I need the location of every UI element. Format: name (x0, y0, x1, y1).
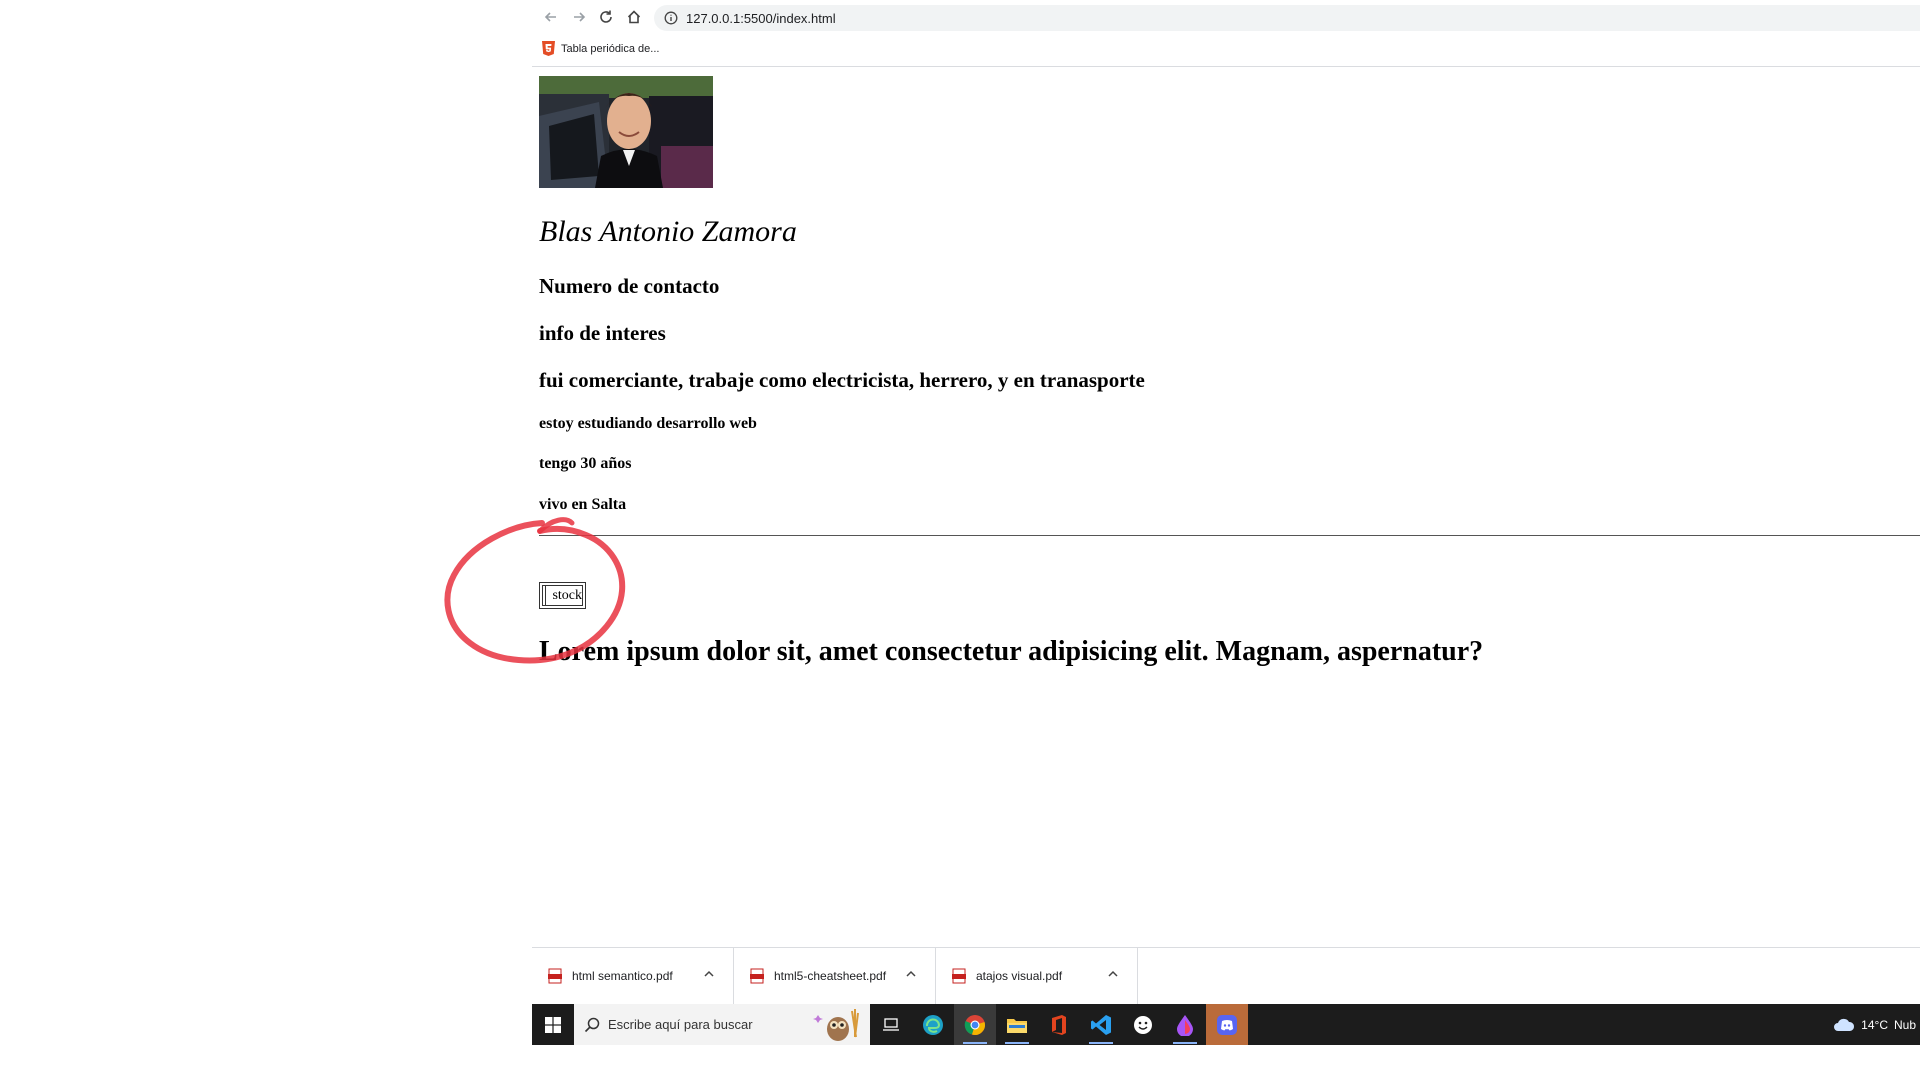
home-button[interactable] (623, 6, 645, 28)
download-item[interactable]: html5-cheatsheet.pdf (734, 948, 936, 1004)
contact-heading: Numero de contacto (539, 274, 720, 298)
pdf-file-icon (952, 968, 966, 984)
discord-icon (1217, 1014, 1237, 1035)
drop-app-button[interactable] (1164, 1004, 1206, 1045)
work-heading: fui comerciante, trabaje como electricis… (539, 368, 1145, 392)
home-icon (627, 10, 641, 24)
smiley-icon (1134, 1015, 1152, 1034)
stock-checkbox[interactable] (543, 586, 547, 605)
file-explorer-button[interactable] (996, 1004, 1038, 1045)
site-info-icon[interactable] (664, 11, 678, 25)
forward-arrow-icon (574, 12, 586, 22)
office-button[interactable] (1038, 1004, 1080, 1045)
vscode-button[interactable] (1080, 1004, 1122, 1045)
download-item[interactable]: html semantico.pdf (532, 948, 734, 1004)
back-button[interactable] (540, 6, 562, 28)
cloud-icon (1834, 1018, 1855, 1031)
info-heading: info de interes (539, 321, 666, 345)
taskbar-search-box[interactable]: Escribe aquí para buscar (574, 1004, 870, 1045)
weather-widget[interactable]: 14°C Nub (1833, 1004, 1920, 1045)
profile-photo (539, 76, 713, 188)
pdf-file-icon (750, 968, 764, 984)
chevron-up-icon[interactable] (1107, 968, 1119, 980)
office-icon (1052, 1014, 1066, 1035)
city-text: vivo en Salta (539, 496, 627, 513)
reload-button[interactable] (595, 6, 617, 28)
download-item[interactable]: atajos visual.pdf (936, 948, 1138, 1004)
html5-icon (542, 41, 555, 56)
stock-label: stock (552, 587, 582, 603)
taskbar: Escribe aquí para buscar 14°C Nub (532, 1004, 1920, 1045)
downloads-bar: html semantico.pdf html5-cheatsheet.pdf … (532, 947, 1920, 1004)
person-name: Blas Antonio Zamora (539, 215, 797, 248)
browser-toolbar: 127.0.0.1:5500/index.html (532, 0, 1920, 34)
age-text: tengo 30 años (539, 455, 632, 472)
bookmark-item[interactable]: Tabla periódica de... (542, 41, 659, 56)
task-view-button[interactable] (870, 1004, 912, 1045)
search-highlight-owl-icon (808, 1007, 864, 1042)
download-filename: html5-cheatsheet.pdf (774, 969, 887, 983)
chevron-up-icon[interactable] (905, 968, 917, 980)
url-text: 127.0.0.1:5500/index.html (686, 10, 836, 26)
folder-icon (1007, 1018, 1027, 1033)
weather-text: Nub (1893, 1017, 1916, 1032)
download-filename: atajos visual.pdf (976, 969, 1063, 983)
bookmark-label: Tabla periódica de... (561, 42, 660, 55)
vscode-icon (1091, 1014, 1111, 1035)
chrome-button[interactable] (954, 1004, 996, 1045)
address-bar[interactable]: 127.0.0.1:5500/index.html (654, 5, 1920, 31)
task-view-icon (883, 1017, 899, 1031)
discord-button[interactable] (1206, 1004, 1248, 1045)
search-placeholder: Escribe aquí para buscar (608, 1017, 753, 1032)
pdf-file-icon (548, 968, 562, 984)
edge-icon (923, 1014, 943, 1035)
edge-button[interactable] (912, 1004, 954, 1045)
drop-icon (1177, 1014, 1193, 1036)
smiley-app-button[interactable] (1122, 1004, 1164, 1045)
stock-fieldset[interactable]: stock (539, 582, 586, 609)
temperature-text: 14°C (1861, 1017, 1888, 1032)
search-icon (584, 1017, 600, 1033)
download-filename: html semantico.pdf (572, 969, 673, 983)
chrome-icon (964, 1014, 985, 1035)
forward-button[interactable] (568, 6, 590, 28)
lorem-heading: Lorem ipsum dolor sit, amet consectetur … (539, 636, 1484, 667)
bookmarks-bar: Tabla periódica de... (532, 34, 1920, 67)
windows-logo-icon (545, 1016, 561, 1033)
start-button[interactable] (532, 1004, 574, 1045)
horizontal-rule (539, 535, 1920, 536)
study-text: estoy estudiando desarrollo web (539, 415, 757, 432)
back-arrow-icon (544, 12, 556, 22)
reload-icon (600, 10, 612, 23)
chevron-up-icon[interactable] (703, 968, 715, 980)
